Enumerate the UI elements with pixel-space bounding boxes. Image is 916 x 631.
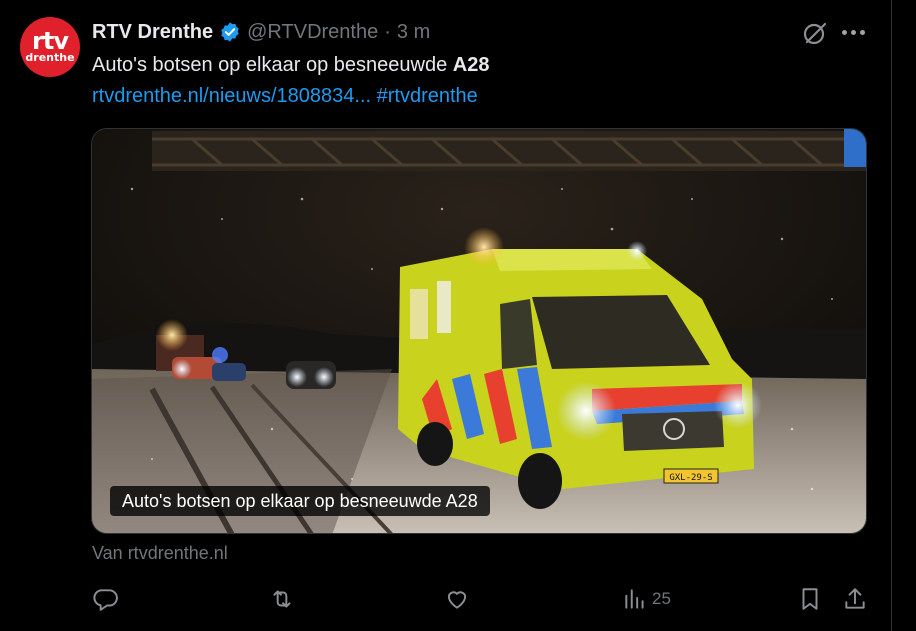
license-plate: GXL-29-S [669,473,712,483]
tweet-text-bold: A28 [452,54,490,76]
account-handle[interactable]: @RTVDrenthe [247,21,378,44]
tweet-header: RTV Drenthe @RTVDrenthe · 3 m [92,19,430,45]
views-button[interactable]: 25 [622,585,671,613]
avatar-logo-subtext: drenthe [25,51,75,64]
more-options-icon[interactable] [842,30,868,36]
bookmark-button[interactable] [797,585,823,613]
share-icon [845,588,865,609]
media-card[interactable]: GXL-29-S Auto's botsen op elkaar op besn… [91,128,867,534]
tweet-text-main: Auto's botsen op elkaar op besneeuwde [92,54,453,76]
views-count: 25 [652,589,671,608]
share-button[interactable] [842,585,868,613]
grok-icon[interactable] [801,20,827,46]
heart-icon [447,591,467,609]
reply-icon [93,589,118,611]
avatar[interactable]: rtv drenthe [20,17,80,77]
retweet-button[interactable] [269,585,295,613]
reply-button[interactable] [92,585,118,613]
like-button[interactable] [444,585,470,613]
media-source[interactable]: Van rtvdrenthe.nl [92,543,228,564]
column-border [891,0,892,631]
bookmark-icon [802,588,818,610]
media-caption: Auto's botsen op elkaar op besneeuwde A2… [110,486,490,516]
retweet-icon [273,590,291,608]
tweet-text: Auto's botsen op elkaar op besneeuwde A2… [92,53,489,77]
media-photo: GXL-29-S [92,129,866,533]
account-name[interactable]: RTV Drenthe [92,21,213,44]
separator-dot: · [384,20,391,43]
tweet-link[interactable]: rtvdrenthe.nl/nieuws/1808834... #rtvdren… [92,84,478,108]
avatar-logo-text: rtv [32,27,69,55]
verified-badge-icon [221,22,239,42]
views-icon [625,589,644,609]
tweet-time[interactable]: 3 m [397,21,430,44]
